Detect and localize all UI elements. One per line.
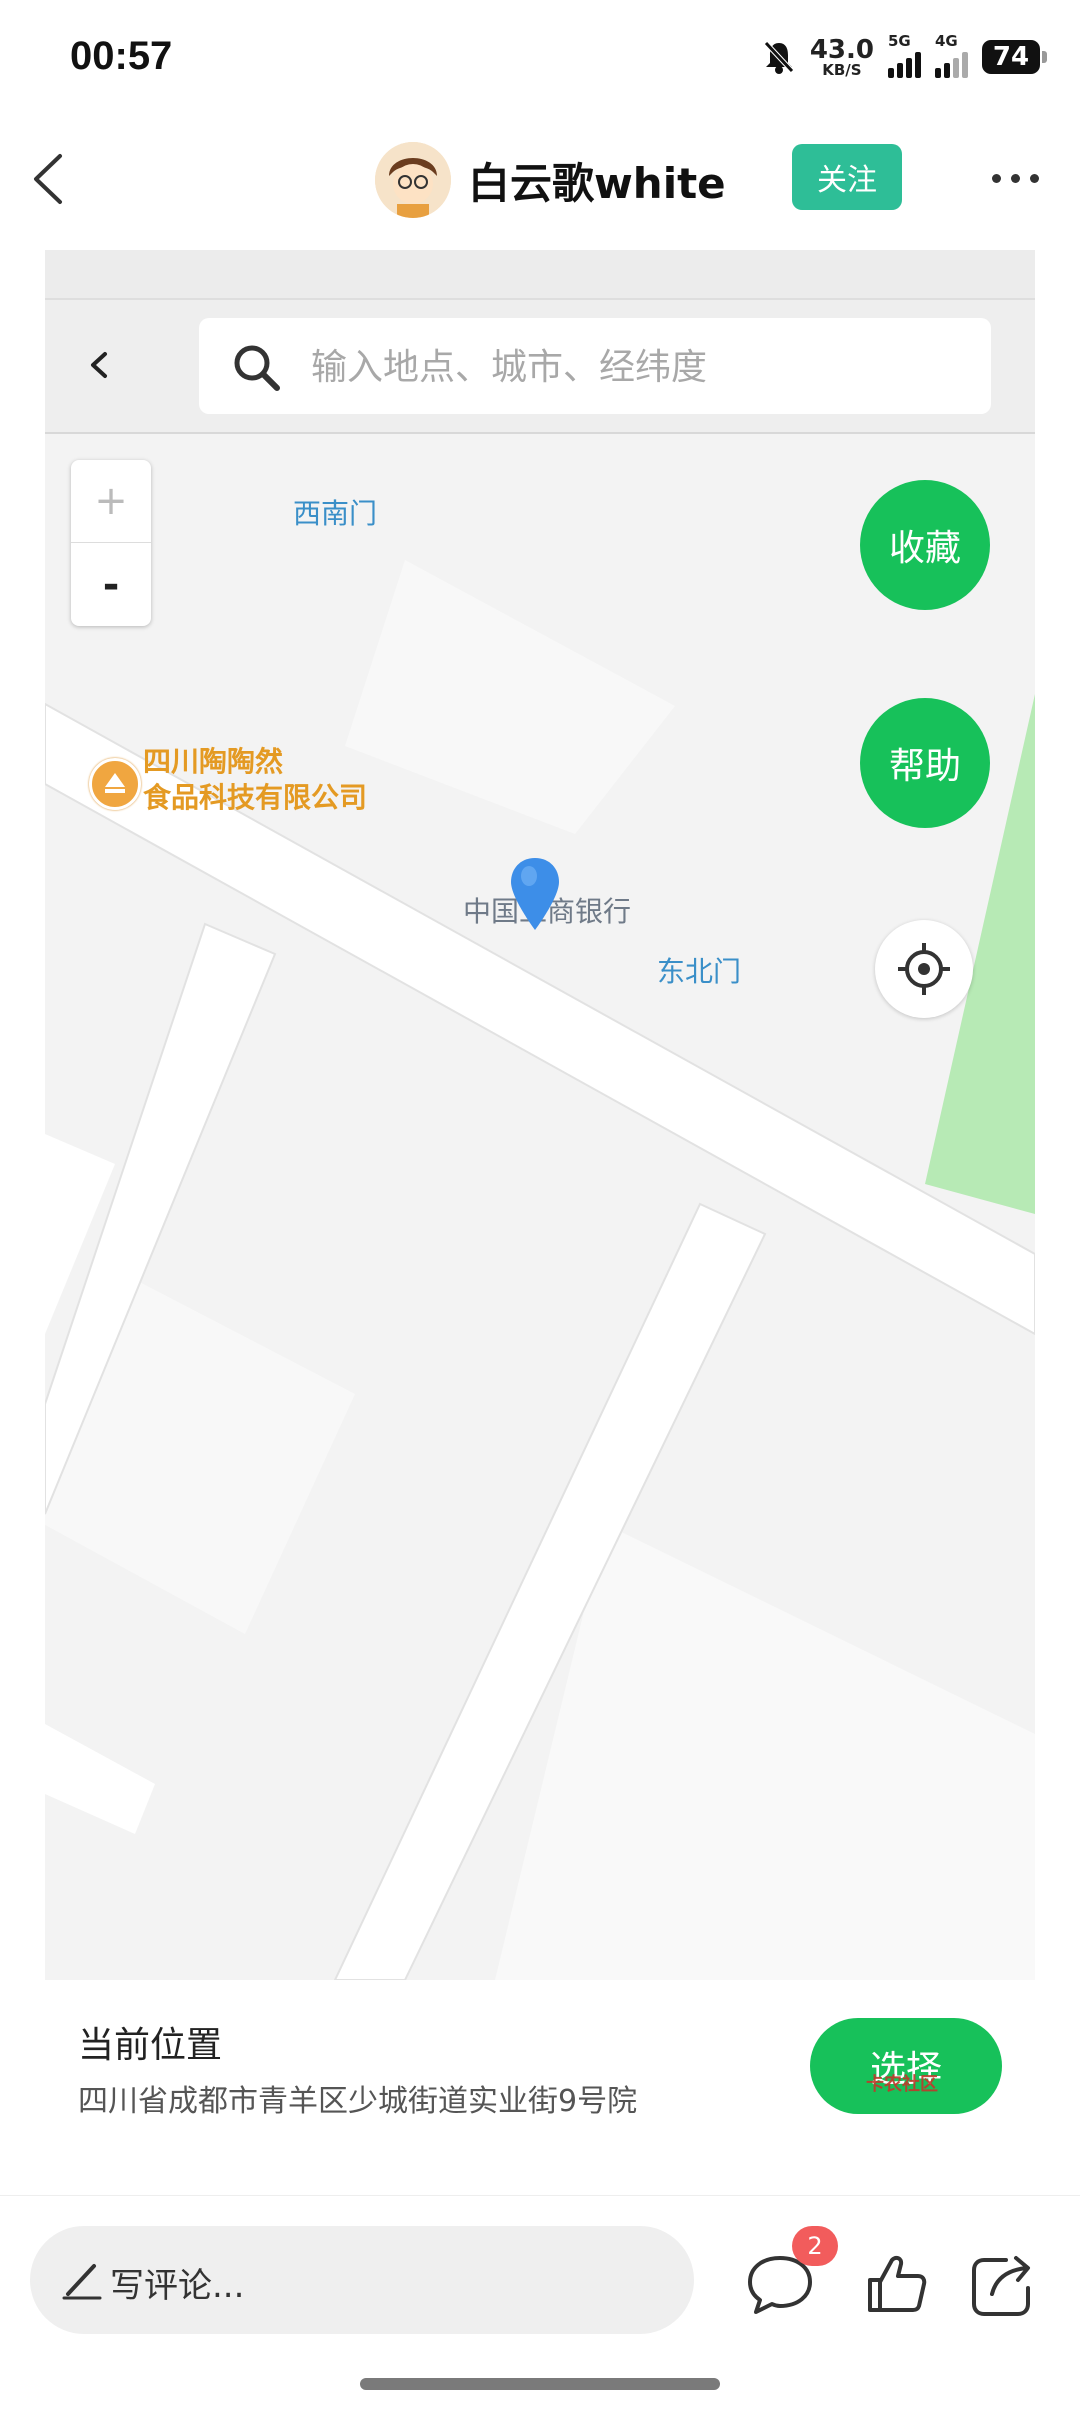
username[interactable]: 白云歌white xyxy=(468,150,726,211)
comment-count-badge: 2 xyxy=(792,2226,838,2266)
map-back-button[interactable] xyxy=(75,340,125,390)
poi-shop-icon xyxy=(105,773,125,793)
battery-icon: 74 xyxy=(982,40,1047,74)
share-button[interactable] xyxy=(962,2244,1042,2324)
back-button[interactable] xyxy=(18,144,88,214)
share-icon xyxy=(972,2256,1030,2316)
zoom-control: + - xyxy=(71,460,151,626)
status-time: 00:57 xyxy=(70,34,173,78)
back-arrow-icon xyxy=(34,154,62,204)
watermark-text: 卡农社区 xyxy=(866,2074,938,2095)
comment-placeholder: 写评论... xyxy=(110,2266,245,2306)
comment-bar: 写评论... 2 xyxy=(0,2196,1080,2356)
map-search-bar xyxy=(45,300,1035,434)
battery-level: 74 xyxy=(992,42,1030,72)
thumbs-up-icon xyxy=(868,2255,927,2312)
poi-label-line2: 食品科技有限公司 xyxy=(143,781,368,814)
poi-label-line1: 四川陶陶然 xyxy=(143,745,284,778)
watermark-logo: 卡农社区 xyxy=(866,2070,938,2096)
comment-input[interactable]: 写评论... xyxy=(30,2226,694,2334)
zoom-in-button[interactable]: + xyxy=(71,460,151,543)
pen-icon xyxy=(62,2264,102,2300)
crosshair-icon xyxy=(898,943,950,995)
search-icon xyxy=(234,345,280,391)
status-icons: 43.0 KB/S 5G 4G 74 xyxy=(762,32,1047,78)
select-location-button[interactable]: 选择 xyxy=(810,2018,1002,2114)
locate-me-button[interactable] xyxy=(875,920,973,1018)
frame-top-strip xyxy=(45,250,1035,300)
avatar-image xyxy=(375,142,451,218)
map-canvas[interactable] xyxy=(45,434,1035,1980)
southwest-gate-label: 西南门 xyxy=(293,497,378,530)
home-indicator[interactable] xyxy=(360,2378,720,2390)
avatar[interactable] xyxy=(375,142,451,218)
northeast-gate-label: 东北门 xyxy=(657,955,742,988)
signal-5g-label: 5G xyxy=(888,32,911,50)
favorite-button[interactable]: 收藏 xyxy=(860,480,990,610)
follow-button[interactable]: 关注 xyxy=(792,144,902,210)
chevron-left-icon xyxy=(91,352,107,378)
more-options-icon[interactable] xyxy=(975,150,1055,206)
search-input[interactable] xyxy=(309,318,973,416)
signal-4g-label: 4G xyxy=(935,32,958,50)
status-bar: 00:57 43.0 KB/S 5G 4G 74 xyxy=(0,0,1080,120)
post-header: 白云歌white 关注 xyxy=(0,120,1080,240)
location-pin-icon[interactable] xyxy=(507,854,563,934)
network-speed: 43.0 KB/S xyxy=(810,37,874,78)
signal-5g-icon: 5G xyxy=(888,32,921,78)
current-location-address: 四川省成都市青羊区少城街道实业街9号院 xyxy=(78,2084,638,2119)
help-button[interactable]: 帮助 xyxy=(860,698,990,828)
signal-4g-icon: 4G xyxy=(935,32,968,78)
like-button[interactable] xyxy=(856,2244,936,2324)
mute-bell-icon xyxy=(764,41,794,74)
net-speed-value: 43.0 xyxy=(809,34,874,65)
current-location-title: 当前位置 xyxy=(78,2025,223,2066)
zoom-out-button[interactable]: - xyxy=(71,544,151,626)
poi-company-icon[interactable] xyxy=(89,758,141,810)
map-picker: 西南门 东北门 中国工商银行 四川陶陶然 食品科技有限公司 + - 收藏 帮助 xyxy=(45,250,1035,1980)
poi-company-label[interactable]: 四川陶陶然 食品科技有限公司 xyxy=(143,744,367,816)
net-speed-unit: KB/S xyxy=(822,60,862,79)
search-box[interactable] xyxy=(199,318,991,416)
current-location-panel: 当前位置 四川省成都市青羊区少城街道实业街9号院 选择 卡农社区 xyxy=(0,1980,1080,2197)
